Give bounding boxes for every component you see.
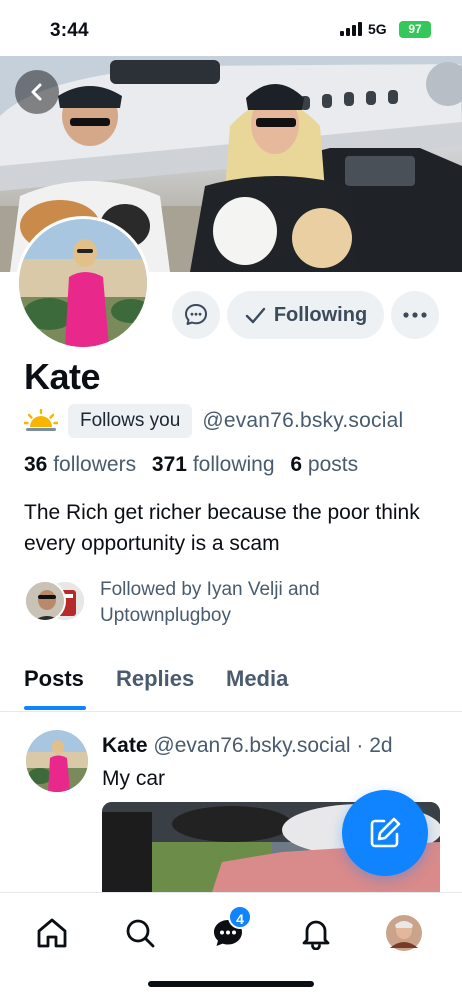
- posts-count: 6: [290, 453, 303, 476]
- post-text: My car: [102, 767, 165, 790]
- nav-search[interactable]: [120, 913, 160, 953]
- signal-icon: [340, 22, 362, 36]
- post-author-name[interactable]: Kate: [102, 734, 148, 757]
- checkmark-icon: [245, 307, 266, 324]
- profile-handle: @evan76.bsky.social: [202, 409, 404, 432]
- post-author-handle[interactable]: @evan76.bsky.social: [153, 734, 350, 757]
- nav-profile[interactable]: [384, 913, 424, 953]
- message-button[interactable]: [172, 291, 220, 339]
- back-button[interactable]: [15, 70, 59, 114]
- profile-name: Kate: [24, 356, 101, 397]
- followed-by-avatars: [24, 580, 88, 624]
- home-indicator: [148, 981, 314, 987]
- messages-badge: 4: [228, 905, 252, 929]
- tab-replies[interactable]: Replies: [116, 666, 194, 692]
- post-header: Kate @evan76.bsky.social · 2d: [102, 734, 393, 758]
- compose-button[interactable]: [342, 790, 428, 876]
- more-options-button[interactable]: [391, 291, 439, 339]
- profile-tabs: Posts Replies Media: [0, 660, 462, 712]
- tab-posts[interactable]: Posts: [24, 666, 84, 692]
- profile-stats: 36 followers 371 following 6 posts: [24, 453, 358, 477]
- profile-meta-row: Follows you @evan76.bsky.social: [24, 403, 403, 439]
- followers-label[interactable]: followers: [53, 453, 136, 476]
- active-tab-indicator: [24, 706, 86, 710]
- status-time: 3:44: [50, 20, 89, 41]
- battery-indicator: 97: [399, 21, 431, 38]
- posts-label: posts: [307, 453, 359, 476]
- post-author-avatar[interactable]: [26, 730, 88, 792]
- following-count[interactable]: 371: [152, 453, 187, 476]
- tab-media[interactable]: Media: [226, 666, 288, 692]
- sun-emoji-icon: [24, 409, 58, 431]
- bell-icon: [302, 920, 330, 950]
- chat-bubble-icon: [185, 304, 207, 325]
- follower-avatar: [24, 580, 66, 622]
- followers-count[interactable]: 36: [24, 453, 47, 476]
- nav-notifications[interactable]: [296, 913, 336, 953]
- back-arrow-icon: [31, 83, 42, 101]
- following-stat-label[interactable]: following: [193, 453, 275, 476]
- status-bar: 3:44 5G 97: [0, 0, 462, 56]
- following-label: Following: [273, 303, 368, 326]
- more-dots-icon: [403, 312, 427, 318]
- profile-bio: The Rich get richer because the poor thi…: [24, 501, 420, 555]
- followed-by-text: Followed by Iyan Velji and Uptownplugboy: [100, 579, 320, 626]
- home-icon: [37, 918, 67, 948]
- profile-avatar[interactable]: [16, 216, 150, 350]
- compose-icon: [370, 817, 401, 848]
- search-icon: [126, 919, 155, 948]
- post-timestamp: · 2d: [356, 734, 393, 757]
- follows-you-badge: Follows you: [68, 404, 193, 438]
- avatar-image: [19, 219, 147, 347]
- following-button[interactable]: Following: [227, 291, 384, 339]
- followed-by-row[interactable]: Followed by Iyan Velji and Uptownplugboy: [24, 577, 444, 629]
- profile-avatar-icon: [386, 915, 422, 951]
- network-type: 5G: [368, 21, 387, 37]
- nav-home[interactable]: [32, 913, 72, 953]
